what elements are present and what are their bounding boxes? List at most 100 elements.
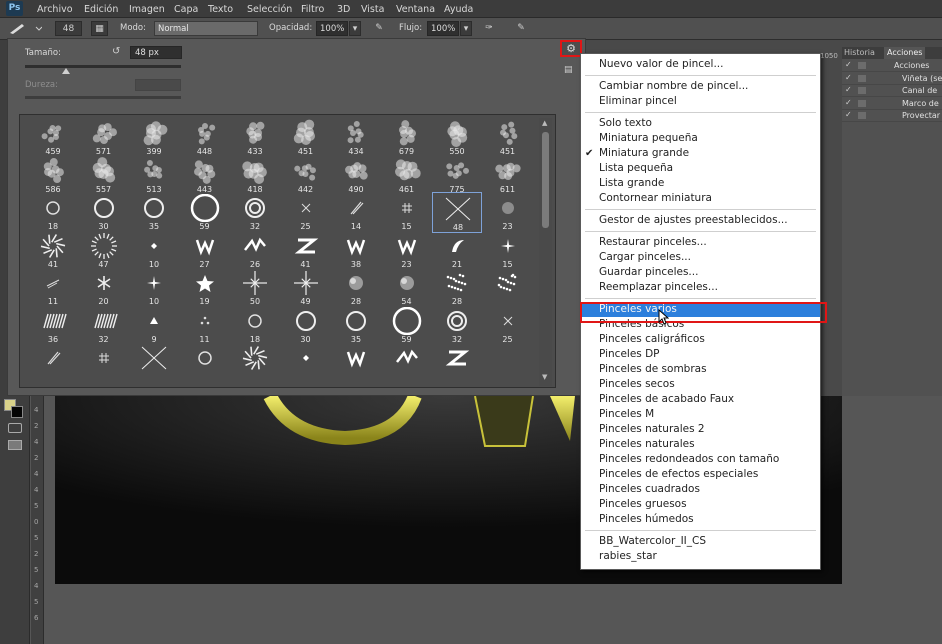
tool-preset-picker[interactable] — [6, 21, 43, 36]
brush-preset-thumbnail[interactable]: 18 — [28, 192, 78, 233]
brush-preset-thumbnail[interactable]: 30 — [79, 192, 129, 233]
brush-preset-thumbnail[interactable]: 461 — [382, 155, 432, 196]
tab-historia[interactable]: Historia — [844, 48, 875, 57]
menu-item[interactable]: Cambiar nombre de pincel... — [581, 79, 820, 94]
checkmark-icon[interactable]: ✓ — [845, 98, 852, 107]
brush-grid-scrollbar[interactable]: ▲ ▼ — [539, 118, 552, 386]
menu-item[interactable]: Guardar pinceles... — [581, 265, 820, 280]
brush-preset-thumbnail[interactable]: 586 — [28, 155, 78, 196]
brush-preset-thumbnail[interactable] — [129, 342, 179, 383]
checkmark-icon[interactable]: ✓ — [845, 85, 852, 94]
size-input[interactable]: 48 px — [130, 46, 182, 59]
menu-item[interactable]: rabies_star — [581, 549, 820, 564]
menu-item[interactable]: Restaurar pinceles... — [581, 235, 820, 250]
brush-preset-thumbnail[interactable]: 15 — [382, 192, 432, 233]
gear-icon[interactable]: ⚙ — [560, 40, 582, 57]
menu-item[interactable]: Pinceles húmedos — [581, 512, 820, 527]
menu-item[interactable]: Pinceles redondeados con tamaño — [581, 452, 820, 467]
menu-item[interactable]: Contornear miniatura — [581, 191, 820, 206]
menu-item[interactable]: Pinceles de sombras — [581, 362, 820, 377]
brush-preset-thumbnail[interactable]: 10 — [129, 230, 179, 271]
brush-preset-thumbnail[interactable]: 26 — [230, 230, 280, 271]
dialog-toggle-icon[interactable] — [858, 87, 866, 94]
menu-item[interactable]: Pinceles caligráficos — [581, 332, 820, 347]
brush-preset-thumbnail[interactable] — [28, 342, 78, 383]
scrollbar-down-arrow[interactable]: ▼ — [542, 373, 547, 381]
brush-preset-thumbnail[interactable]: 557 — [79, 155, 129, 196]
brush-preset-thumbnail[interactable]: 20 — [79, 267, 129, 308]
brush-preset-thumbnail[interactable]: 59 — [180, 192, 230, 233]
dialog-toggle-icon[interactable] — [858, 99, 866, 107]
brush-preset-thumbnail[interactable]: 611 — [483, 155, 533, 196]
brush-preset-thumbnail[interactable]: 35 — [129, 192, 179, 233]
menu-ayuda[interactable]: Ayuda — [444, 4, 473, 15]
pressure-size-icon[interactable]: ✎ — [512, 21, 530, 36]
brush-preset-thumbnail[interactable]: 490 — [331, 155, 381, 196]
menu-item[interactable]: Lista grande — [581, 176, 820, 191]
menu-item[interactable]: Solo texto — [581, 116, 820, 131]
menu-item[interactable]: Cargar pinceles... — [581, 250, 820, 265]
brush-preset-thumbnail[interactable]: 25 — [483, 305, 533, 346]
checkmark-icon[interactable]: ✓ — [845, 73, 852, 82]
brush-preset-thumbnail[interactable] — [180, 342, 230, 383]
brush-preset-thumbnail[interactable] — [432, 342, 482, 383]
brush-preset-thumbnail[interactable]: 59 — [382, 305, 432, 346]
action-item[interactable]: ✓ Viñeta (se — [842, 73, 942, 85]
brush-preset-thumbnail[interactable]: 434 — [331, 117, 381, 158]
brush-size-picker[interactable]: 48 — [55, 21, 82, 36]
menu-item[interactable]: Pinceles M — [581, 407, 820, 422]
scrollbar-up-arrow[interactable]: ▲ — [542, 119, 547, 127]
flow-dropdown-icon[interactable]: ▾ — [460, 21, 472, 36]
brush-preset-thumbnail[interactable]: 571 — [79, 117, 129, 158]
brush-preset-thumbnail[interactable] — [230, 342, 280, 383]
brush-preset-thumbnail[interactable]: 23 — [382, 230, 432, 271]
size-slider[interactable] — [25, 65, 181, 74]
brush-preset-thumbnail[interactable]: 21 — [432, 230, 482, 271]
brush-preset-thumbnail[interactable]: 11 — [180, 305, 230, 346]
brush-preset-thumbnail[interactable]: 451 — [483, 117, 533, 158]
new-preset-icon[interactable]: ▤ — [564, 65, 573, 75]
opacity-input[interactable]: 100% — [316, 21, 348, 36]
menu-capa[interactable]: Capa — [174, 4, 198, 15]
action-item[interactable]: ✓ Provectar — [842, 110, 942, 122]
menu-imagen[interactable]: Imagen — [129, 4, 165, 15]
menu-item[interactable]: Pinceles gruesos — [581, 497, 820, 512]
brush-preset-thumbnail[interactable]: 49 — [281, 267, 331, 308]
brush-preset-thumbnail[interactable]: 679 — [382, 117, 432, 158]
dialog-toggle-icon[interactable] — [858, 112, 866, 119]
brush-preset-thumbnail[interactable] — [281, 342, 331, 383]
brush-preset-thumbnail[interactable]: 30 — [281, 305, 331, 346]
brush-preset-thumbnail[interactable]: 47 — [79, 230, 129, 271]
action-item[interactable]: ✓ Canal de — [842, 85, 942, 97]
brush-preset-thumbnail[interactable]: 10 — [129, 267, 179, 308]
brush-preset-thumbnail[interactable]: 41 — [281, 230, 331, 271]
mode-select[interactable]: Normal — [154, 21, 258, 36]
pressure-opacity-icon[interactable]: ✎ — [370, 21, 388, 36]
brush-preset-thumbnail[interactable]: 19 — [180, 267, 230, 308]
menu-item[interactable]: ✔ Miniatura grande — [581, 146, 820, 161]
brush-preset-thumbnail[interactable]: 451 — [281, 117, 331, 158]
brush-preset-thumbnail[interactable]: 25 — [281, 192, 331, 233]
checkmark-icon[interactable]: ✓ — [845, 60, 852, 69]
brush-preset-thumbnail[interactable]: 32 — [432, 305, 482, 346]
brush-panel-toggle-icon[interactable]: ▦ — [91, 21, 108, 36]
airbrush-icon[interactable]: ✑ — [480, 21, 498, 36]
quick-mask-icon[interactable] — [8, 423, 22, 433]
brush-preset-thumbnail[interactable]: 11 — [28, 267, 78, 308]
brush-preset-thumbnail[interactable]: 50 — [230, 267, 280, 308]
size-slider-thumb[interactable] — [62, 68, 70, 74]
brush-preset-thumbnail[interactable] — [79, 342, 129, 383]
menu-item[interactable]: Pinceles de efectos especiales — [581, 467, 820, 482]
brush-preset-thumbnail[interactable]: 18 — [230, 305, 280, 346]
brush-preset-thumbnail[interactable]: 38 — [331, 230, 381, 271]
menu-item[interactable]: Pinceles de acabado Faux — [581, 392, 820, 407]
menu-item[interactable]: Pinceles DP — [581, 347, 820, 362]
menu-item[interactable]: Nuevo valor de pincel... — [581, 57, 820, 72]
menu-3d[interactable]: 3D — [337, 4, 350, 15]
brush-preset-thumbnail[interactable]: 513 — [129, 155, 179, 196]
background-color-swatch[interactable] — [11, 406, 23, 418]
menu-item[interactable]: Reemplazar pinceles... — [581, 280, 820, 295]
dialog-toggle-icon[interactable] — [858, 62, 866, 69]
menu-item[interactable]: Pinceles naturales 2 — [581, 422, 820, 437]
menu-item[interactable]: Eliminar pincel — [581, 94, 820, 109]
